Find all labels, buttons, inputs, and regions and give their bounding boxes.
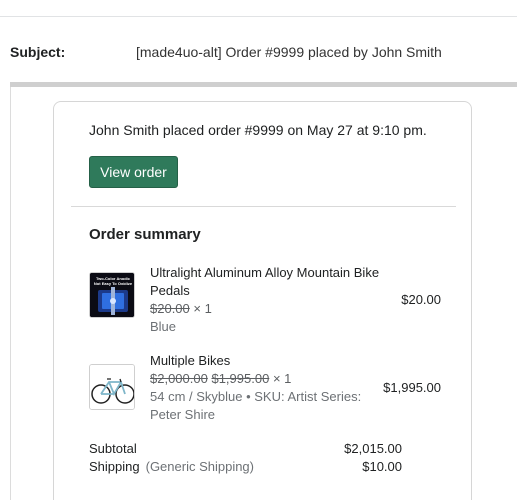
line-item-details: Multiple Bikes $2,000.00 $1,995.00 × 1 5… bbox=[150, 352, 390, 424]
order-line-item: Two-Color Anodic Not Easy To Oxidize Ult… bbox=[89, 264, 459, 334]
order-summary-title: Order summary bbox=[89, 226, 201, 243]
line-item-title: Multiple Bikes bbox=[150, 353, 231, 368]
line-item-price: $1,995.00 bbox=[383, 380, 441, 395]
line-item-original-price: $2,000.00 bbox=[150, 371, 208, 386]
line-item-quantity: × 1 bbox=[193, 301, 212, 316]
email-body-canvas: John Smith placed order #9999 on May 27 … bbox=[10, 87, 517, 500]
shipping-value: $10.00 bbox=[362, 459, 402, 474]
bicycle-product-image bbox=[89, 364, 135, 410]
order-totals: Subtotal $2,015.00 Shipping (Generic Ship… bbox=[89, 440, 402, 476]
shipping-method: (Generic Shipping) bbox=[145, 459, 254, 474]
subject-label: Subject: bbox=[10, 44, 66, 60]
section-divider bbox=[71, 206, 456, 207]
view-order-button[interactable]: View order bbox=[89, 156, 178, 188]
line-item-variant: Blue bbox=[150, 319, 177, 334]
subject-value: [made4uo-alt] Order #9999 placed by John… bbox=[136, 44, 442, 60]
order-notification-card: John Smith placed order #9999 on May 27 … bbox=[53, 101, 472, 500]
svg-text:Not Easy To Oxidize: Not Easy To Oxidize bbox=[94, 281, 133, 286]
header-divider bbox=[0, 16, 517, 17]
line-item-price: $20.00 bbox=[401, 292, 441, 307]
email-body-frame: John Smith placed order #9999 on May 27 … bbox=[10, 82, 517, 500]
shipping-label: Shipping bbox=[89, 459, 140, 474]
line-item-sale-price: $1,995.00 bbox=[211, 371, 270, 386]
line-item-title: Ultralight Aluminum Alloy Mountain Bike … bbox=[150, 265, 380, 298]
subtotal-value: $2,015.00 bbox=[344, 441, 402, 456]
shipping-label-group: Shipping (Generic Shipping) bbox=[89, 458, 254, 476]
subtotal-row: Subtotal $2,015.00 bbox=[89, 440, 402, 458]
line-item-original-price: $20.00 bbox=[150, 301, 190, 316]
order-line-item: Multiple Bikes $2,000.00 $1,995.00 × 1 5… bbox=[89, 352, 459, 424]
shipping-row: Shipping (Generic Shipping) $10.00 bbox=[89, 458, 402, 476]
pedals-product-image: Two-Color Anodic Not Easy To Oxidize bbox=[89, 272, 135, 318]
line-item-quantity: × 1 bbox=[272, 371, 292, 386]
email-subject-row: Subject: [made4uo-alt] Order #9999 place… bbox=[0, 42, 517, 62]
line-item-variant: 54 cm / Skyblue • SKU: Artist Series: Pe… bbox=[150, 389, 362, 422]
subtotal-label: Subtotal bbox=[89, 441, 137, 456]
line-item-details: Ultralight Aluminum Alloy Mountain Bike … bbox=[150, 264, 390, 336]
order-intro-text: John Smith placed order #9999 on May 27 … bbox=[89, 122, 427, 138]
